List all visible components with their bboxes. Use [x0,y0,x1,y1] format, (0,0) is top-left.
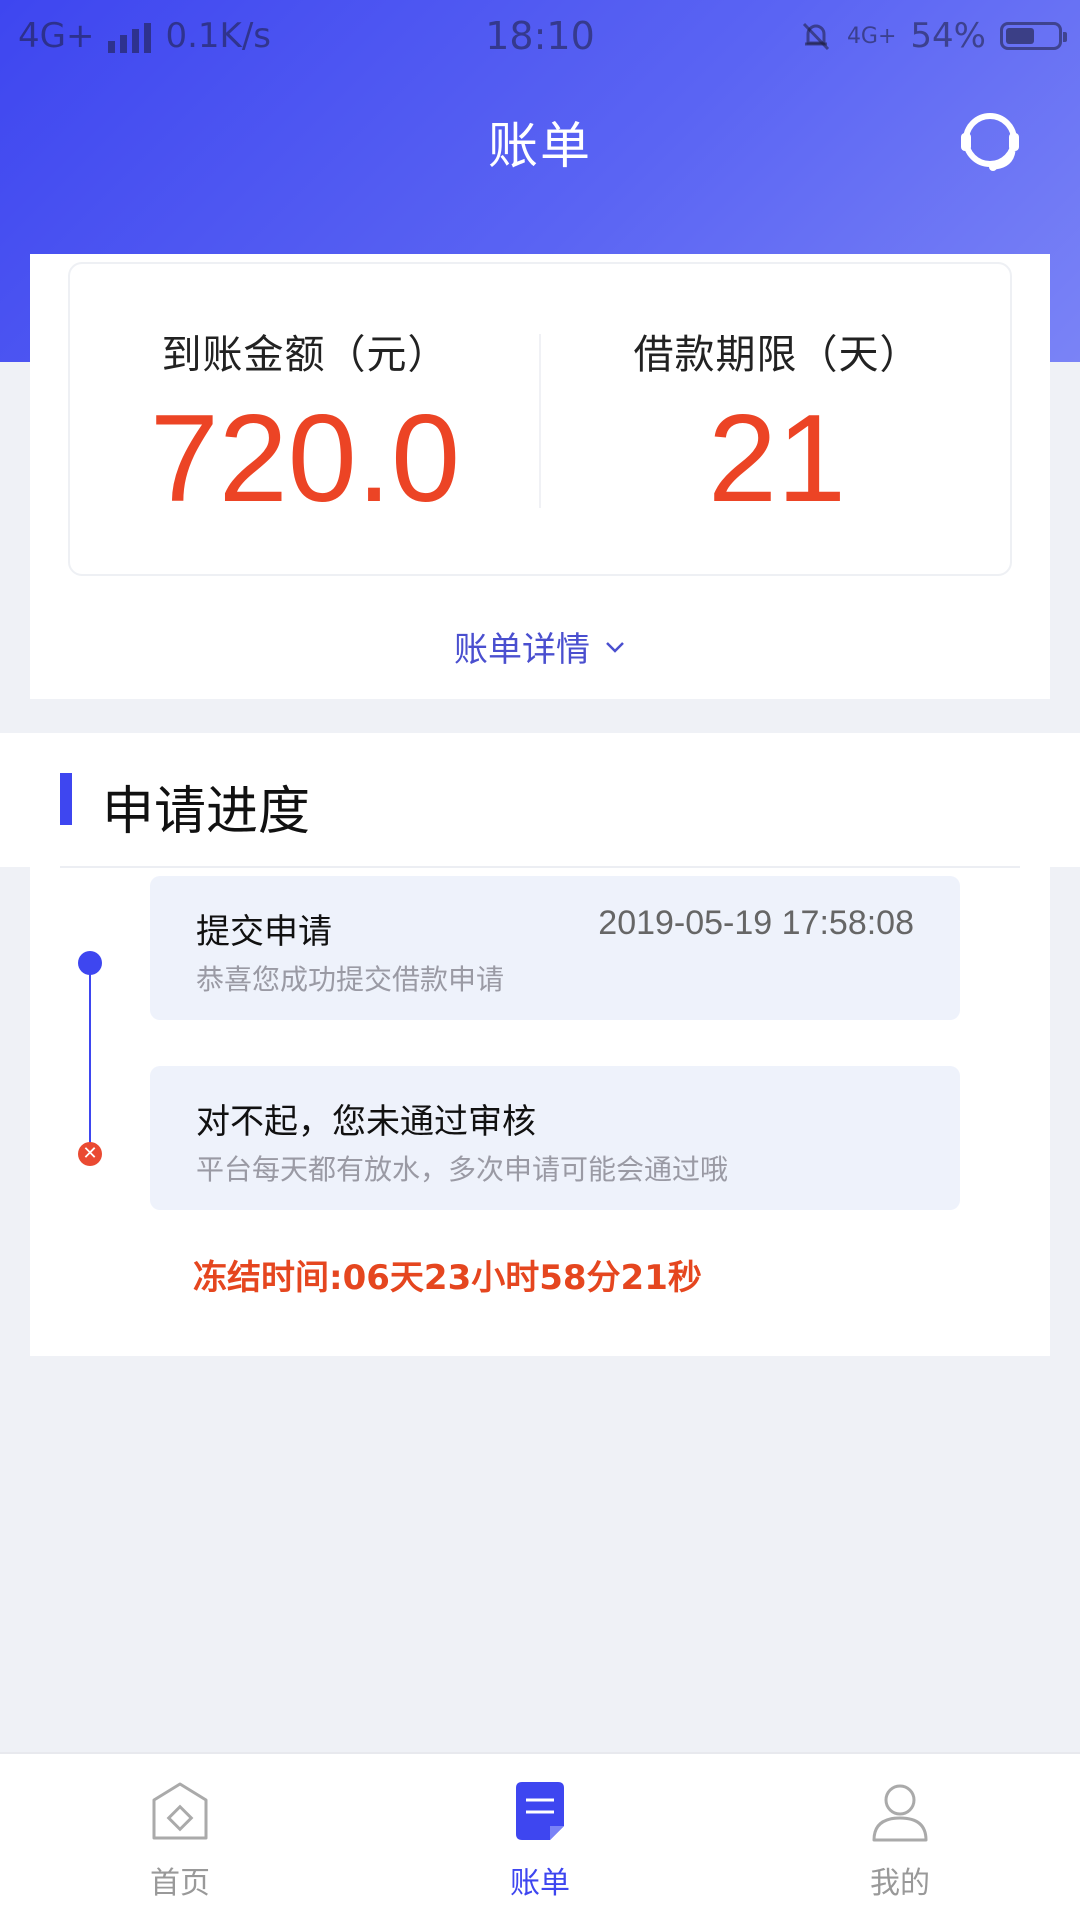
status-bar: 4G+ 0.1K/s 18:10 4G+ 54% [0,0,1080,76]
term-column: 借款期限（天） 21 [542,264,1012,524]
timeline-dot-done [78,951,102,975]
bill-details-toggle[interactable]: 账单详情 [30,622,1050,671]
timeline-line [89,964,91,1154]
tab-label: 我的 [870,1866,930,1901]
step-subtitle: 平台每天都有放水，多次申请可能会通过哦 [196,1153,729,1186]
battery-percent: 54% [910,16,986,56]
status-right: 4G+ 54% [799,16,1067,56]
tab-label: 首页 [150,1866,210,1901]
tab-bills[interactable]: 账单 [440,1754,640,1922]
progress-card: ✕ 提交申请 2019-05-19 17:58:08 恭喜您成功提交借款申请 对… [30,866,1050,1356]
section-title: 申请进度 [102,782,311,842]
step-submit-application: 提交申请 2019-05-19 17:58:08 恭喜您成功提交借款申请 [150,876,960,1020]
chevron-down-icon [606,641,624,653]
network-type-right: 4G+ [846,23,897,49]
battery-icon [1000,22,1067,50]
step-title: 对不起，您未通过审核 [196,1102,536,1142]
step-subtitle: 恭喜您成功提交借款申请 [196,963,505,996]
step-review-rejected: 对不起，您未通过审核 平台每天都有放水，多次申请可能会通过哦 [150,1066,960,1210]
amount-label: 到账金额（元） [161,332,449,378]
step-time: 2019-05-19 17:58:08 [598,904,914,942]
divider [60,866,1020,868]
user-icon [872,1784,928,1842]
page-title: 账单 [488,117,592,175]
term-label: 借款期限（天） [633,332,921,378]
home-icon [152,1782,208,1840]
tab-label: 账单 [510,1866,570,1901]
loan-summary-card: 到账金额（元） 720.0 借款期限（天） 21 账单详情 [30,254,1050,699]
timeline-dot-rejected-icon: ✕ [78,1142,102,1166]
progress-section-header: 申请进度 [0,733,1080,867]
step-title: 提交申请 [196,912,332,952]
section-accent-bar [60,773,72,825]
tab-home[interactable]: 首页 [80,1754,280,1922]
amount-column: 到账金额（元） 720.0 [70,264,540,524]
bill-icon [516,1782,564,1840]
term-value: 21 [708,390,846,528]
tab-mine[interactable]: 我的 [800,1754,1000,1922]
amount-value: 720.0 [149,390,461,528]
bottom-tab-bar: 首页 账单 我的 [0,1752,1080,1922]
freeze-countdown: 冻结时间:06天23小时58分21秒 [193,1258,702,1298]
headset-icon[interactable] [955,105,1025,175]
summary-box: 到账金额（元） 720.0 借款期限（天） 21 [68,262,1012,576]
bill-details-label: 账单详情 [454,630,590,670]
mute-bell-icon [802,22,830,51]
summary-divider [539,334,541,508]
